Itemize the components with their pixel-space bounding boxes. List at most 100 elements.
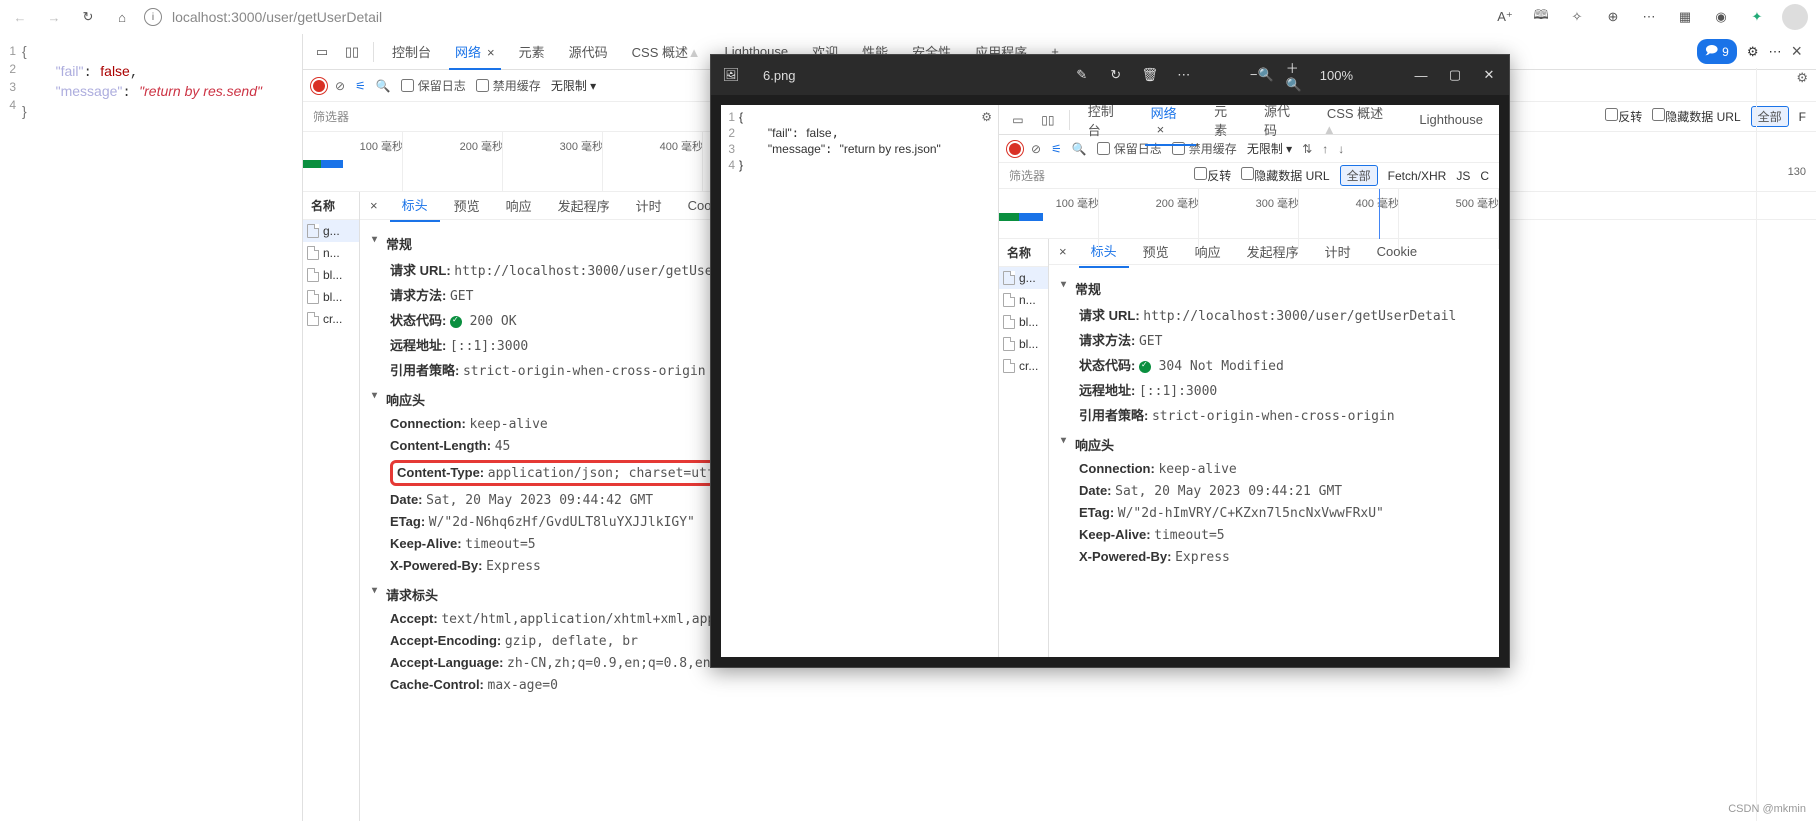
- preserve-log-checkbox[interactable]: 保留日志: [401, 77, 466, 94]
- detail-tab-initiator[interactable]: 发起程序: [546, 192, 622, 221]
- inner-detail-close: ×: [1049, 244, 1077, 259]
- right-strip: 130: [1756, 68, 1816, 821]
- issues-badge[interactable]: 🗩 9: [1697, 39, 1737, 64]
- detail-tab-preview[interactable]: 预览: [442, 192, 492, 221]
- line-gutter: 1234: [0, 34, 22, 821]
- inner-filter-input: 筛选器: [1009, 167, 1045, 184]
- edit-icon[interactable]: ✎: [1072, 65, 1092, 85]
- favorites-icon[interactable]: ✧: [1566, 6, 1588, 28]
- back-button[interactable]: ←: [8, 5, 32, 29]
- zoom-in-icon[interactable]: ＋🔍: [1286, 65, 1306, 85]
- url-text[interactable]: localhost:3000/user/getUserDetail: [172, 9, 382, 25]
- inner-filter-all: 全部: [1340, 165, 1378, 186]
- inner-tab-elements: 元素: [1204, 105, 1250, 147]
- browser-toolbar: ← → ↻ ⌂ i localhost:3000/user/getUserDet…: [0, 0, 1816, 34]
- request-list: 名称 g... n... bl... bl... cr...: [303, 192, 360, 821]
- tab-close-icon[interactable]: ×: [487, 45, 495, 60]
- request-row[interactable]: n...: [303, 242, 359, 264]
- disable-cache-checkbox[interactable]: 禁用缓存: [476, 77, 541, 94]
- rotate-icon[interactable]: ↻: [1106, 65, 1126, 85]
- home-button[interactable]: ⌂: [110, 5, 134, 29]
- file-icon: [307, 290, 319, 304]
- inner-tab-sources: 源代码: [1254, 105, 1313, 147]
- request-row[interactable]: bl...: [303, 264, 359, 286]
- inspect-icon[interactable]: ▭: [309, 39, 335, 65]
- devtools-close-icon[interactable]: ×: [1791, 41, 1802, 62]
- json-content: { "fail": false, "message": "return by r…: [22, 34, 302, 821]
- devtools-more-icon[interactable]: ⋯: [1768, 44, 1781, 60]
- image-viewer-window: 🖼 6.png ✎ ↻ 🗑 ⋯ −🔍 ＋🔍 100% — ▢ ✕ 1234: [710, 54, 1510, 668]
- inner-inspect-icon: ▭: [1005, 107, 1031, 133]
- read-aloud-icon[interactable]: 🕮: [1530, 6, 1552, 28]
- extension-2-icon[interactable]: ◉: [1710, 6, 1732, 28]
- site-info-icon[interactable]: i: [144, 8, 162, 26]
- inner-detail-headers: 标头: [1079, 239, 1129, 268]
- detail-tab-timing[interactable]: 计时: [624, 192, 674, 221]
- url-host: localhost: [172, 9, 227, 25]
- detail-tab-response[interactable]: 响应: [494, 192, 544, 221]
- file-icon: [307, 268, 319, 282]
- filter-input[interactable]: 筛选器: [313, 108, 349, 125]
- inner-device-icon: ▯▯: [1035, 107, 1061, 133]
- inner-tab-lighthouse: Lighthouse: [1409, 105, 1493, 135]
- devtools-settings-icon[interactable]: ⚙: [1747, 44, 1759, 60]
- inner-request-row: g...: [999, 267, 1048, 289]
- delete-icon[interactable]: 🗑: [1140, 65, 1160, 85]
- tab-sources[interactable]: 源代码: [559, 34, 618, 69]
- zoom-level: 100%: [1320, 68, 1353, 83]
- inner-name-header: 名称: [999, 239, 1048, 267]
- filter-icon[interactable]: ⚟: [355, 79, 366, 93]
- clear-button[interactable]: ⊘: [335, 79, 345, 93]
- file-icon: [307, 246, 319, 260]
- inner-request-row: bl...: [999, 311, 1048, 333]
- viewer-titlebar[interactable]: 🖼 6.png ✎ ↻ 🗑 ⋯ −🔍 ＋🔍 100% — ▢ ✕: [711, 55, 1509, 95]
- zoom-out-icon[interactable]: −🔍: [1252, 65, 1272, 85]
- refresh-button[interactable]: ↻: [76, 5, 100, 29]
- tab-network[interactable]: 网络×: [445, 34, 505, 69]
- inner-tab-css: CSS 概述 ▲: [1317, 105, 1406, 145]
- text-size-icon[interactable]: A⁺: [1494, 6, 1516, 28]
- hide-data-url-checkbox[interactable]: 隐藏数据 URL: [1652, 108, 1740, 125]
- window-close-icon[interactable]: ✕: [1479, 65, 1499, 85]
- search-icon[interactable]: 🔍: [376, 79, 391, 93]
- profile-avatar[interactable]: [1782, 4, 1808, 30]
- inner-filter-icon: ⚟: [1051, 142, 1062, 156]
- forward-button[interactable]: →: [42, 5, 66, 29]
- inner-clear-button: ⊘: [1031, 142, 1041, 156]
- detail-close-icon[interactable]: ×: [360, 198, 388, 213]
- record-button[interactable]: [313, 80, 325, 92]
- name-column-header[interactable]: 名称: [303, 192, 359, 220]
- tab-elements[interactable]: 元素: [509, 34, 555, 69]
- viewer-image: 1234 { "fail": false, "message": "return…: [721, 105, 1499, 657]
- invert-checkbox[interactable]: 反转: [1605, 108, 1642, 125]
- file-icon: [307, 312, 319, 326]
- more-icon[interactable]: ⋯: [1174, 65, 1194, 85]
- throttle-select[interactable]: 无限制 ▾: [551, 77, 596, 94]
- extension-1-icon[interactable]: ▦: [1674, 6, 1696, 28]
- maximize-icon[interactable]: ▢: [1445, 65, 1465, 85]
- inner-settings-icon: ⚙: [981, 109, 992, 125]
- request-row[interactable]: g...: [303, 220, 359, 242]
- detail-tab-headers[interactable]: 标头: [390, 192, 440, 222]
- device-mode-icon[interactable]: ▯▯: [339, 39, 365, 65]
- url-path: :3000/user/getUserDetail: [227, 9, 382, 25]
- timeline-overflow-label: 130: [1788, 166, 1806, 178]
- request-row[interactable]: cr...: [303, 308, 359, 330]
- collections-icon[interactable]: ⊕: [1602, 6, 1624, 28]
- file-icon: [307, 224, 319, 238]
- inner-tab-network: 网络×: [1141, 105, 1200, 145]
- warn-icon: ▲: [688, 45, 701, 60]
- tab-console[interactable]: 控制台: [382, 34, 441, 69]
- watermark: CSDN @mkmin: [1728, 803, 1806, 815]
- inner-request-row: cr...: [999, 355, 1048, 377]
- inner-request-row: n...: [999, 289, 1048, 311]
- inner-tab-console: 控制台: [1078, 105, 1137, 147]
- inner-request-row: bl...: [999, 333, 1048, 355]
- extension-3-icon[interactable]: ✦: [1746, 6, 1768, 28]
- minimize-icon[interactable]: —: [1411, 65, 1431, 85]
- tab-css[interactable]: CSS 概述 ▲: [622, 34, 711, 69]
- response-panel: 1234 { "fail": false, "message": "return…: [0, 34, 302, 821]
- request-row[interactable]: bl...: [303, 286, 359, 308]
- extensions-icon[interactable]: ⋯: [1638, 6, 1660, 28]
- image-icon: 🖼: [721, 65, 741, 85]
